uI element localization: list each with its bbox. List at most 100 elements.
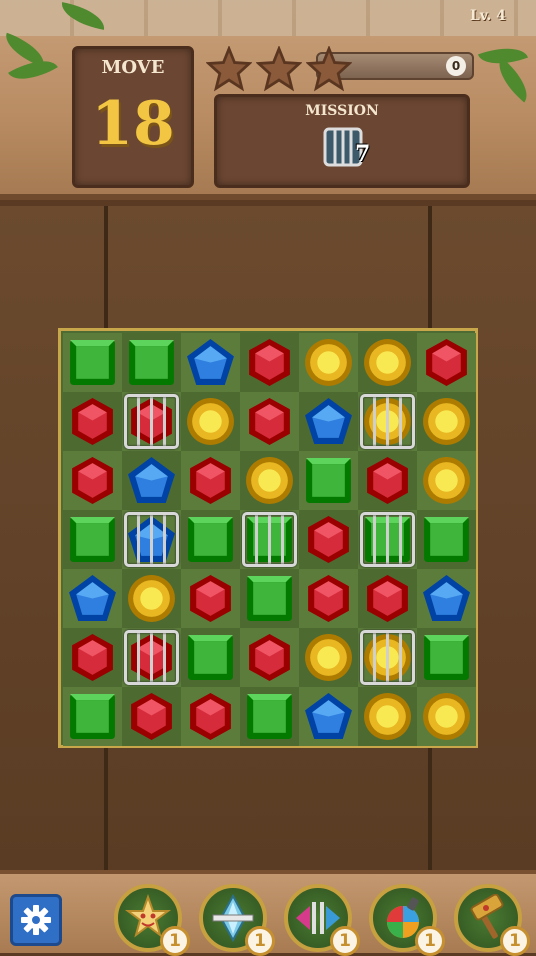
board-cell[interactable] bbox=[299, 510, 358, 569]
star-icon bbox=[256, 46, 302, 92]
board-cell[interactable] bbox=[417, 451, 476, 510]
board-cell[interactable] bbox=[122, 392, 181, 451]
board-cell[interactable] bbox=[358, 687, 417, 746]
cage-overlay bbox=[360, 394, 415, 449]
yellow-gem-icon bbox=[128, 575, 175, 622]
game-board[interactable] bbox=[58, 328, 478, 748]
board-cell[interactable] bbox=[181, 510, 240, 569]
blue-gem-icon bbox=[128, 457, 175, 503]
board-cell[interactable] bbox=[417, 687, 476, 746]
booster-bar: 1 1 1 1 1 bbox=[0, 870, 536, 956]
green-gem-icon bbox=[188, 635, 233, 680]
red-gem-icon bbox=[249, 634, 290, 681]
board-cell[interactable] bbox=[240, 628, 299, 687]
board-cell[interactable] bbox=[417, 569, 476, 628]
board-cell[interactable] bbox=[358, 569, 417, 628]
green-gem-icon bbox=[70, 517, 115, 562]
booster-count: 1 bbox=[245, 926, 275, 956]
board-cell[interactable] bbox=[181, 628, 240, 687]
board-cell[interactable] bbox=[299, 628, 358, 687]
red-gem-icon bbox=[249, 398, 290, 445]
board-cell[interactable] bbox=[240, 687, 299, 746]
booster-diamond-arrows[interactable]: 1 bbox=[199, 884, 275, 956]
board-cell[interactable] bbox=[181, 333, 240, 392]
board-cell[interactable] bbox=[181, 687, 240, 746]
board-cell[interactable] bbox=[299, 333, 358, 392]
booster-count: 1 bbox=[160, 926, 190, 956]
mission-panel: MISSION 7 bbox=[214, 94, 470, 188]
board-cell[interactable] bbox=[63, 510, 122, 569]
board-cell[interactable] bbox=[358, 392, 417, 451]
red-gem-icon bbox=[72, 398, 113, 445]
blue-gem-icon bbox=[305, 693, 352, 739]
booster-count: 1 bbox=[500, 926, 530, 956]
cage-overlay bbox=[360, 630, 415, 685]
settings-button[interactable] bbox=[10, 894, 62, 946]
red-gem-icon bbox=[367, 575, 408, 622]
board-cell[interactable] bbox=[181, 392, 240, 451]
blue-gem-icon bbox=[69, 575, 116, 621]
score-value: 0 bbox=[446, 56, 466, 76]
board-cell[interactable] bbox=[240, 569, 299, 628]
board-cell[interactable] bbox=[240, 510, 299, 569]
board-cell[interactable] bbox=[122, 687, 181, 746]
board-cell[interactable] bbox=[299, 451, 358, 510]
board-cell[interactable] bbox=[122, 628, 181, 687]
board-cell[interactable] bbox=[181, 569, 240, 628]
cage-overlay bbox=[124, 394, 179, 449]
cage-overlay bbox=[242, 512, 297, 567]
green-gem-icon bbox=[70, 694, 115, 739]
booster-horizontal-arrows[interactable]: 1 bbox=[284, 884, 360, 956]
board-cell[interactable] bbox=[240, 451, 299, 510]
red-gem-icon bbox=[190, 457, 231, 504]
board-cell[interactable] bbox=[63, 333, 122, 392]
booster-rainbow-bomb[interactable]: 1 bbox=[369, 884, 445, 956]
green-gem-icon bbox=[70, 340, 115, 385]
red-gem-icon bbox=[367, 457, 408, 504]
board-cell[interactable] bbox=[358, 628, 417, 687]
red-gem-icon bbox=[426, 339, 467, 386]
yellow-gem-icon bbox=[423, 398, 470, 445]
green-gem-icon bbox=[424, 517, 469, 562]
game-header: Lv. 4 MOVE 18 0 MISSION 7 bbox=[0, 0, 536, 200]
cage-overlay bbox=[360, 512, 415, 567]
board-cell[interactable] bbox=[63, 569, 122, 628]
board-cell[interactable] bbox=[122, 451, 181, 510]
board-cell[interactable] bbox=[122, 569, 181, 628]
moves-count: 18 bbox=[91, 89, 175, 159]
mission-count: 7 bbox=[355, 141, 371, 167]
yellow-gem-icon bbox=[364, 339, 411, 386]
board-cell[interactable] bbox=[122, 333, 181, 392]
yellow-gem-icon bbox=[423, 457, 470, 504]
cage-overlay bbox=[124, 512, 179, 567]
yellow-gem-icon bbox=[246, 457, 293, 504]
board-cell[interactable] bbox=[358, 451, 417, 510]
board-cell[interactable] bbox=[417, 628, 476, 687]
board-cell[interactable] bbox=[417, 510, 476, 569]
yellow-gem-icon bbox=[423, 693, 470, 740]
booster-star-creature[interactable]: 1 bbox=[114, 884, 190, 956]
board-cell[interactable] bbox=[181, 451, 240, 510]
moves-label: MOVE bbox=[101, 57, 165, 78]
board-cell[interactable] bbox=[240, 392, 299, 451]
green-gem-icon bbox=[424, 635, 469, 680]
board-cell[interactable] bbox=[63, 687, 122, 746]
yellow-gem-icon bbox=[187, 398, 234, 445]
booster-count: 1 bbox=[415, 926, 445, 956]
board-cell[interactable] bbox=[63, 628, 122, 687]
level-indicator: Lv. 4 bbox=[469, 8, 506, 24]
board-cell[interactable] bbox=[417, 333, 476, 392]
board-cell[interactable] bbox=[358, 510, 417, 569]
board-cell[interactable] bbox=[299, 569, 358, 628]
board-cell[interactable] bbox=[299, 392, 358, 451]
board-cell[interactable] bbox=[358, 333, 417, 392]
red-gem-icon bbox=[308, 516, 349, 563]
cage-overlay bbox=[124, 630, 179, 685]
board-cell[interactable] bbox=[63, 451, 122, 510]
board-cell[interactable] bbox=[122, 510, 181, 569]
board-cell[interactable] bbox=[63, 392, 122, 451]
booster-hammer[interactable]: 1 bbox=[454, 884, 530, 956]
board-cell[interactable] bbox=[299, 687, 358, 746]
board-cell[interactable] bbox=[240, 333, 299, 392]
board-cell[interactable] bbox=[417, 392, 476, 451]
